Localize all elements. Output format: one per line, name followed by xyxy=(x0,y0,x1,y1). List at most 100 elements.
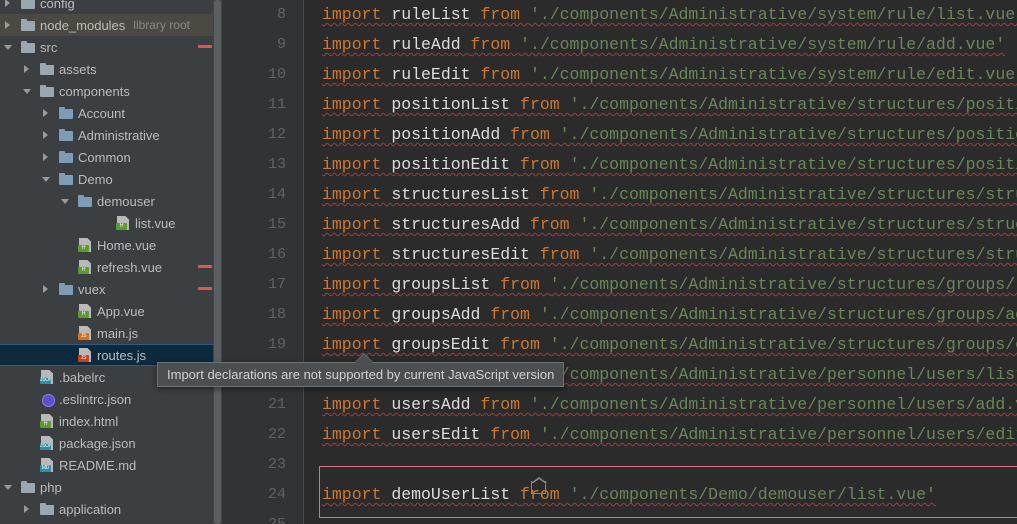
code-line[interactable]: import structuresEdit from './components… xyxy=(322,240,1017,270)
identifier: demoUserList xyxy=(391,485,521,504)
chevron-down-icon[interactable] xyxy=(2,481,15,494)
folder-icon xyxy=(39,61,55,77)
folder-icon xyxy=(20,17,36,33)
module-path-string: './components/Administrative/system/rule… xyxy=(520,35,1006,54)
chevron-right-icon[interactable] xyxy=(21,503,34,516)
keyword-import: import xyxy=(322,305,392,324)
eslint-file-icon xyxy=(39,391,55,407)
keyword-import: import xyxy=(322,425,392,444)
code-line[interactable]: import groupsList from './components/Adm… xyxy=(322,270,1017,300)
keyword-from: from xyxy=(480,65,530,84)
code-fold-marker-icon[interactable] xyxy=(531,477,548,495)
code-line[interactable]: import ruleList from './components/Admin… xyxy=(322,0,1017,30)
code-line[interactable]: import structuresList from './components… xyxy=(322,180,1017,210)
keyword-import: import xyxy=(322,185,392,204)
keyword-from: from xyxy=(480,395,530,414)
keyword-from: from xyxy=(480,5,530,24)
tree-item-common[interactable]: Common xyxy=(0,146,222,168)
tooltip-text: Import declarations are not supported by… xyxy=(167,367,555,382)
folder-icon xyxy=(20,39,36,55)
code-statement: import usersEdit from './components/Admi… xyxy=(322,425,1017,444)
tree-item-label: vuex xyxy=(78,281,106,297)
module-path-string: './components/Administrative/structures/… xyxy=(549,275,1017,294)
tree-item-config[interactable]: config xyxy=(0,520,222,524)
chevron-down-icon[interactable] xyxy=(21,85,34,98)
tree-item--eslintrc-json[interactable]: .eslintrc.json xyxy=(0,388,222,410)
tree-item-index-html[interactable]: Hindex.html xyxy=(0,410,222,432)
line-number: 8 xyxy=(276,6,286,23)
editor-gutter[interactable]: 8910111213141516171819202122232425 xyxy=(222,0,304,524)
chevron-right-icon[interactable] xyxy=(2,0,15,10)
tree-item-account[interactable]: Account xyxy=(0,102,222,124)
code-line[interactable]: import ruleAdd from './components/Admini… xyxy=(322,30,1005,60)
keyword-import: import xyxy=(322,95,392,114)
tree-item-main-js[interactable]: JS main.js xyxy=(0,322,222,344)
tree-item-home-vue[interactable]: H Home.vue xyxy=(0,234,222,256)
project-tree-panel[interactable]: config node_modules library root src assets c… xyxy=(0,0,222,524)
folder-icon xyxy=(58,171,74,187)
tree-item-label: main.js xyxy=(97,325,139,341)
chevron-right-icon[interactable] xyxy=(40,151,53,164)
line-number: 14 xyxy=(267,186,286,203)
tree-item-php[interactable]: php xyxy=(0,476,222,498)
module-path-string: './components/Administrative/structures/… xyxy=(559,125,1017,144)
vue-file-icon: H xyxy=(77,303,93,319)
tree-item-application[interactable]: application xyxy=(0,498,222,520)
chevron-right-icon[interactable] xyxy=(2,19,15,32)
tree-item-assets[interactable]: assets xyxy=(0,58,222,80)
sidebar-scrollbar-thumb[interactable] xyxy=(214,0,221,524)
chevron-down-icon[interactable] xyxy=(2,41,15,54)
tree-item-administrative[interactable]: Administrative xyxy=(0,124,222,146)
code-statement: import positionList from './components/A… xyxy=(322,95,1017,114)
identifier: groupsEdit xyxy=(391,335,501,354)
code-line[interactable]: import positionEdit from './components/A… xyxy=(322,150,1017,180)
tree-item-demouser[interactable]: demouser xyxy=(0,190,222,212)
module-path-string: './components/Administrative/structures/… xyxy=(539,305,1017,324)
code-line[interactable]: import structuresAdd from './components/… xyxy=(322,210,1017,240)
code-line[interactable]: import usersEdit from './components/Admi… xyxy=(322,420,1017,450)
tree-item-list-vue[interactable]: Hlist.vue xyxy=(0,212,222,234)
identifier: usersAdd xyxy=(391,395,481,414)
tree-item-node-modules[interactable]: node_modules library root xyxy=(0,14,222,36)
folder-icon xyxy=(39,501,55,517)
tree-item-app-vue[interactable]: H App.vue xyxy=(0,300,222,322)
chevron-right-icon[interactable] xyxy=(40,129,53,142)
chevron-right-icon[interactable] xyxy=(40,283,53,296)
chevron-down-icon[interactable] xyxy=(40,173,53,186)
tree-item-label: components xyxy=(59,83,130,99)
sidebar-scrollbar-track[interactable] xyxy=(213,0,222,524)
tree-item-demo[interactable]: Demo xyxy=(0,168,222,190)
line-number: 12 xyxy=(267,126,286,143)
tree-item-components[interactable]: components xyxy=(0,80,222,102)
tree-item-config[interactable]: config xyxy=(0,0,222,14)
editor-code-area[interactable]: import ruleList from './components/Admin… xyxy=(305,0,1017,524)
identifier: ruleEdit xyxy=(391,65,481,84)
tree-item-label: refresh.vue xyxy=(97,259,163,275)
tree-item-package-json[interactable]: JSON package.json xyxy=(0,432,222,454)
tree-item-label: index.html xyxy=(59,413,119,429)
keyword-import: import xyxy=(322,155,392,174)
code-line[interactable]: import ruleEdit from './components/Admin… xyxy=(322,60,1017,90)
tree-item-readme-md[interactable]: MD README.md xyxy=(0,454,222,476)
code-line[interactable]: import groupsAdd from './components/Admi… xyxy=(322,300,1017,330)
code-editor-pane[interactable]: 8910111213141516171819202122232425 impor… xyxy=(222,0,1017,524)
tree-item-refresh-vue[interactable]: Hrefresh.vue xyxy=(0,256,222,278)
code-line[interactable]: import demoUserList from './components/D… xyxy=(322,480,936,510)
code-line[interactable]: import positionList from './components/A… xyxy=(322,90,1017,120)
code-line[interactable]: import usersAdd from './components/Admin… xyxy=(322,390,1017,420)
chevron-right-icon[interactable] xyxy=(21,63,34,76)
chevron-right-icon[interactable] xyxy=(40,107,53,120)
chevron-down-icon[interactable] xyxy=(59,195,72,208)
code-line[interactable]: import groupsEdit from './components/Adm… xyxy=(322,330,1017,360)
tree-item-label: node_modules xyxy=(40,17,126,33)
tree-item-src[interactable]: src xyxy=(0,36,222,58)
line-number: 24 xyxy=(267,486,286,503)
error-stripe-marker[interactable] xyxy=(198,45,212,48)
error-stripe-marker[interactable] xyxy=(198,265,212,268)
error-stripe-marker[interactable] xyxy=(198,287,212,290)
code-line[interactable]: import positionAdd from './components/Ad… xyxy=(322,120,1017,150)
identifier: structuresAdd xyxy=(391,215,530,234)
tree-item-vuex[interactable]: vuex xyxy=(0,278,222,300)
